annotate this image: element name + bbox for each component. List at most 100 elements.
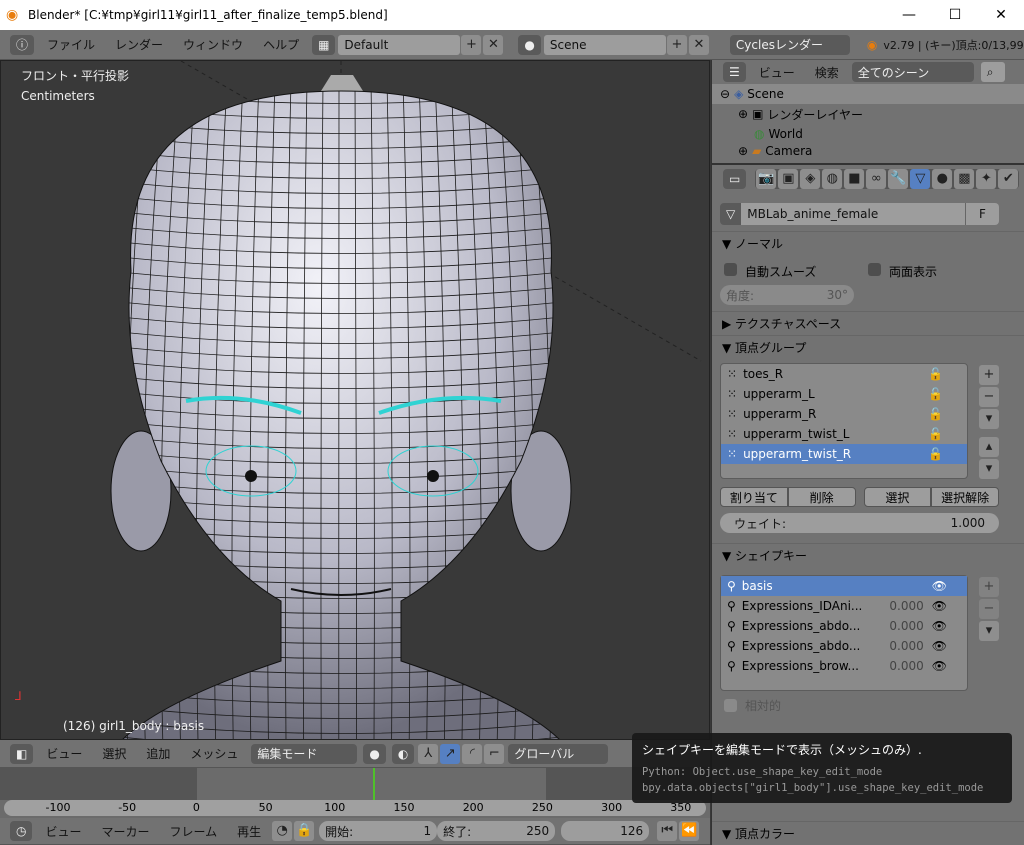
outliner-item-scene[interactable]: ⊖ ◈ Scene [712,84,1024,104]
weight-field[interactable]: ウェイト: 1.000 [720,513,999,533]
render-tab-icon[interactable]: 📷 [756,169,777,189]
menu-view[interactable]: ビュー [46,745,82,762]
angle-field[interactable]: 角度: 30° [720,285,854,305]
mute-eye-icon[interactable]: 👁 [932,599,947,613]
outliner-item-camera[interactable]: ⊕ ▰ Camera [712,144,1024,158]
shape-key-specials-icon[interactable]: ▾ [979,621,999,641]
world-tab-icon[interactable]: ◍ [822,169,843,189]
editor-type-timeline-icon[interactable]: ◷ [10,821,33,841]
mute-eye-icon[interactable]: 👁 [932,619,947,633]
mesh-data-tab-icon[interactable]: ▽ [910,169,931,189]
panel-vertex-colors[interactable]: ▼ 頂点カラー [712,821,1024,845]
mode-select[interactable]: 編集モード [251,743,358,764]
menu-add[interactable]: 追加 [146,745,170,762]
menu-window[interactable]: ウィンドウ [183,36,243,53]
vertex-group-item[interactable]: ⁙ upperarm_R 🔓 [721,404,967,424]
constraints-tab-icon[interactable]: ∞ [866,169,887,189]
menu-view[interactable]: ビュー [759,64,795,81]
menu-select[interactable]: 選択 [102,745,126,762]
double-sided-checkbox[interactable]: 両面表示 [868,263,937,279]
move-down-icon[interactable]: ▾ [979,459,999,479]
outliner-item-world[interactable]: ◍ World [712,124,1024,144]
shape-key-item[interactable]: ⚲ Expressions_abdo... 0.000 👁 [721,636,967,656]
editor-type-outliner-icon[interactable]: ☰ [723,62,746,82]
remove-vertex-group-icon[interactable]: − [979,387,999,407]
lock-icon[interactable]: 🔓 [928,387,943,401]
remove-layout-icon[interactable]: ✕ [483,34,504,55]
lock-icon[interactable]: 🔓 [928,427,943,441]
minimize-button[interactable]: — [886,0,932,30]
shape-key-item[interactable]: ⚲ Expressions_IDAni... 0.000 👁 [721,596,967,616]
deselect-button[interactable]: 選択解除 [931,487,999,507]
select-button[interactable]: 選択 [863,487,932,507]
maximize-button[interactable]: ☐ [932,0,978,30]
texture-tab-icon[interactable]: ▩ [954,169,975,189]
3d-viewport[interactable]: フロント・平行投影 Centimeters ⅃ (126) girl1_body… [0,60,710,740]
shape-key-item[interactable]: ⚲ Expressions_brow... 0.000 👁 [721,656,967,676]
playhead[interactable] [373,768,375,800]
menu-playback[interactable]: 再生 [237,823,261,840]
timeline[interactable]: -100 -50 0 50 100 150 200 250 300 350 [0,768,710,818]
vertex-group-item[interactable]: ⁙ upperarm_twist_L 🔓 [721,424,967,444]
rewind-icon[interactable]: ⏪ [679,821,700,841]
scene-selector[interactable]: Scene [543,34,666,55]
outliner-item-render-layers[interactable]: ⊕ ▣ レンダーレイヤー [712,104,1024,124]
lock-icon[interactable]: 🔓 [928,367,943,381]
modifiers-tab-icon[interactable]: 🔧 [888,169,909,189]
assign-button[interactable]: 割り当て [720,487,788,507]
physics-tab-icon[interactable]: ✔ [998,169,1019,189]
vertex-group-item[interactable]: ⁙ toes_R 🔓 [721,364,967,384]
layout-icon[interactable]: ▦ [312,34,336,55]
relative-checkbox[interactable]: 相対的 [712,695,1024,716]
panel-normals[interactable]: ▼ ノーマル [712,231,1024,255]
pivot-select-icon[interactable]: ◐ [391,743,415,764]
current-frame-field[interactable]: 126 [561,821,650,841]
remove-scene-icon[interactable]: ✕ [688,34,709,55]
close-button[interactable]: ✕ [978,0,1024,30]
panel-texture-space[interactable]: ▶ テクスチャスペース [712,311,1024,335]
preview-range-icon[interactable]: ◔ [272,821,293,841]
menu-marker[interactable]: マーカー [102,823,150,840]
render-engine-select[interactable]: Cyclesレンダー [729,34,850,55]
scale-icon[interactable]: ⌐ [484,743,505,764]
add-vertex-group-icon[interactable]: + [979,365,999,385]
particles-tab-icon[interactable]: ✦ [976,169,997,189]
add-layout-icon[interactable]: + [461,34,482,55]
shading-select-icon[interactable]: ● [363,743,386,764]
auto-smooth-checkbox[interactable]: 自動スムーズ [724,263,868,279]
menu-mesh[interactable]: メッシュ [190,745,238,762]
material-tab-icon[interactable]: ● [932,169,953,189]
editor-type-info-icon[interactable]: ⓘ [10,34,35,55]
menu-help[interactable]: ヘルプ [263,36,299,53]
render-layers-tab-icon[interactable]: ▣ [778,169,799,189]
shape-key-item[interactable]: ⚲ basis 👁 [721,576,967,596]
editor-type-properties-icon[interactable]: ▭ [723,169,747,189]
scene-tab-icon[interactable]: ◈ [800,169,821,189]
shape-key-item[interactable]: ⚲ Expressions_abdo... 0.000 👁 [721,616,967,636]
menu-view[interactable]: ビュー [45,823,81,840]
menu-render[interactable]: レンダー [115,36,163,53]
shape-key-list[interactable]: ⚲ basis 👁 ⚲ Expressions_IDAni... 0.000 👁 ⚲ Expre… [720,575,968,691]
search-icon[interactable]: ⌕ [980,62,1005,82]
fake-user-button[interactable]: F [965,203,999,225]
mesh-browse-icon[interactable]: ▽ [720,203,742,225]
mute-eye-icon[interactable]: 👁 [932,659,947,673]
panel-shape-keys[interactable]: ▼ シェイプキー [712,543,1024,567]
display-mode-select[interactable]: 全てのシーン [851,62,974,82]
menu-file[interactable]: ファイル [47,36,95,53]
mute-eye-icon[interactable]: 👁 [932,639,947,653]
rotate-icon[interactable]: ◜ [462,743,483,764]
layout-selector[interactable]: Default [338,34,461,55]
vertex-group-list[interactable]: ⁙ toes_R 🔓 ⁙ upperarm_L 🔓 ⁙ upperarm_R 🔓 ⁙ upperar… [720,363,968,479]
lock-icon[interactable]: 🔓 [928,407,943,421]
mute-eye-icon[interactable]: 👁 [932,579,947,593]
vertex-group-item[interactable]: ⁙ upperarm_twist_R 🔓 [721,444,967,464]
add-shape-key-icon[interactable]: + [979,577,999,597]
jump-start-icon[interactable]: ⏮ [657,821,678,841]
remove-button[interactable]: 削除 [787,487,856,507]
add-scene-icon[interactable]: + [666,34,687,55]
start-frame-field[interactable]: 開始: 1 [319,821,438,841]
lock-icon[interactable]: 🔓 [928,447,943,461]
move-up-icon[interactable]: ▴ [979,437,999,457]
mesh-name-field[interactable]: MBLab_anime_female [741,203,965,225]
